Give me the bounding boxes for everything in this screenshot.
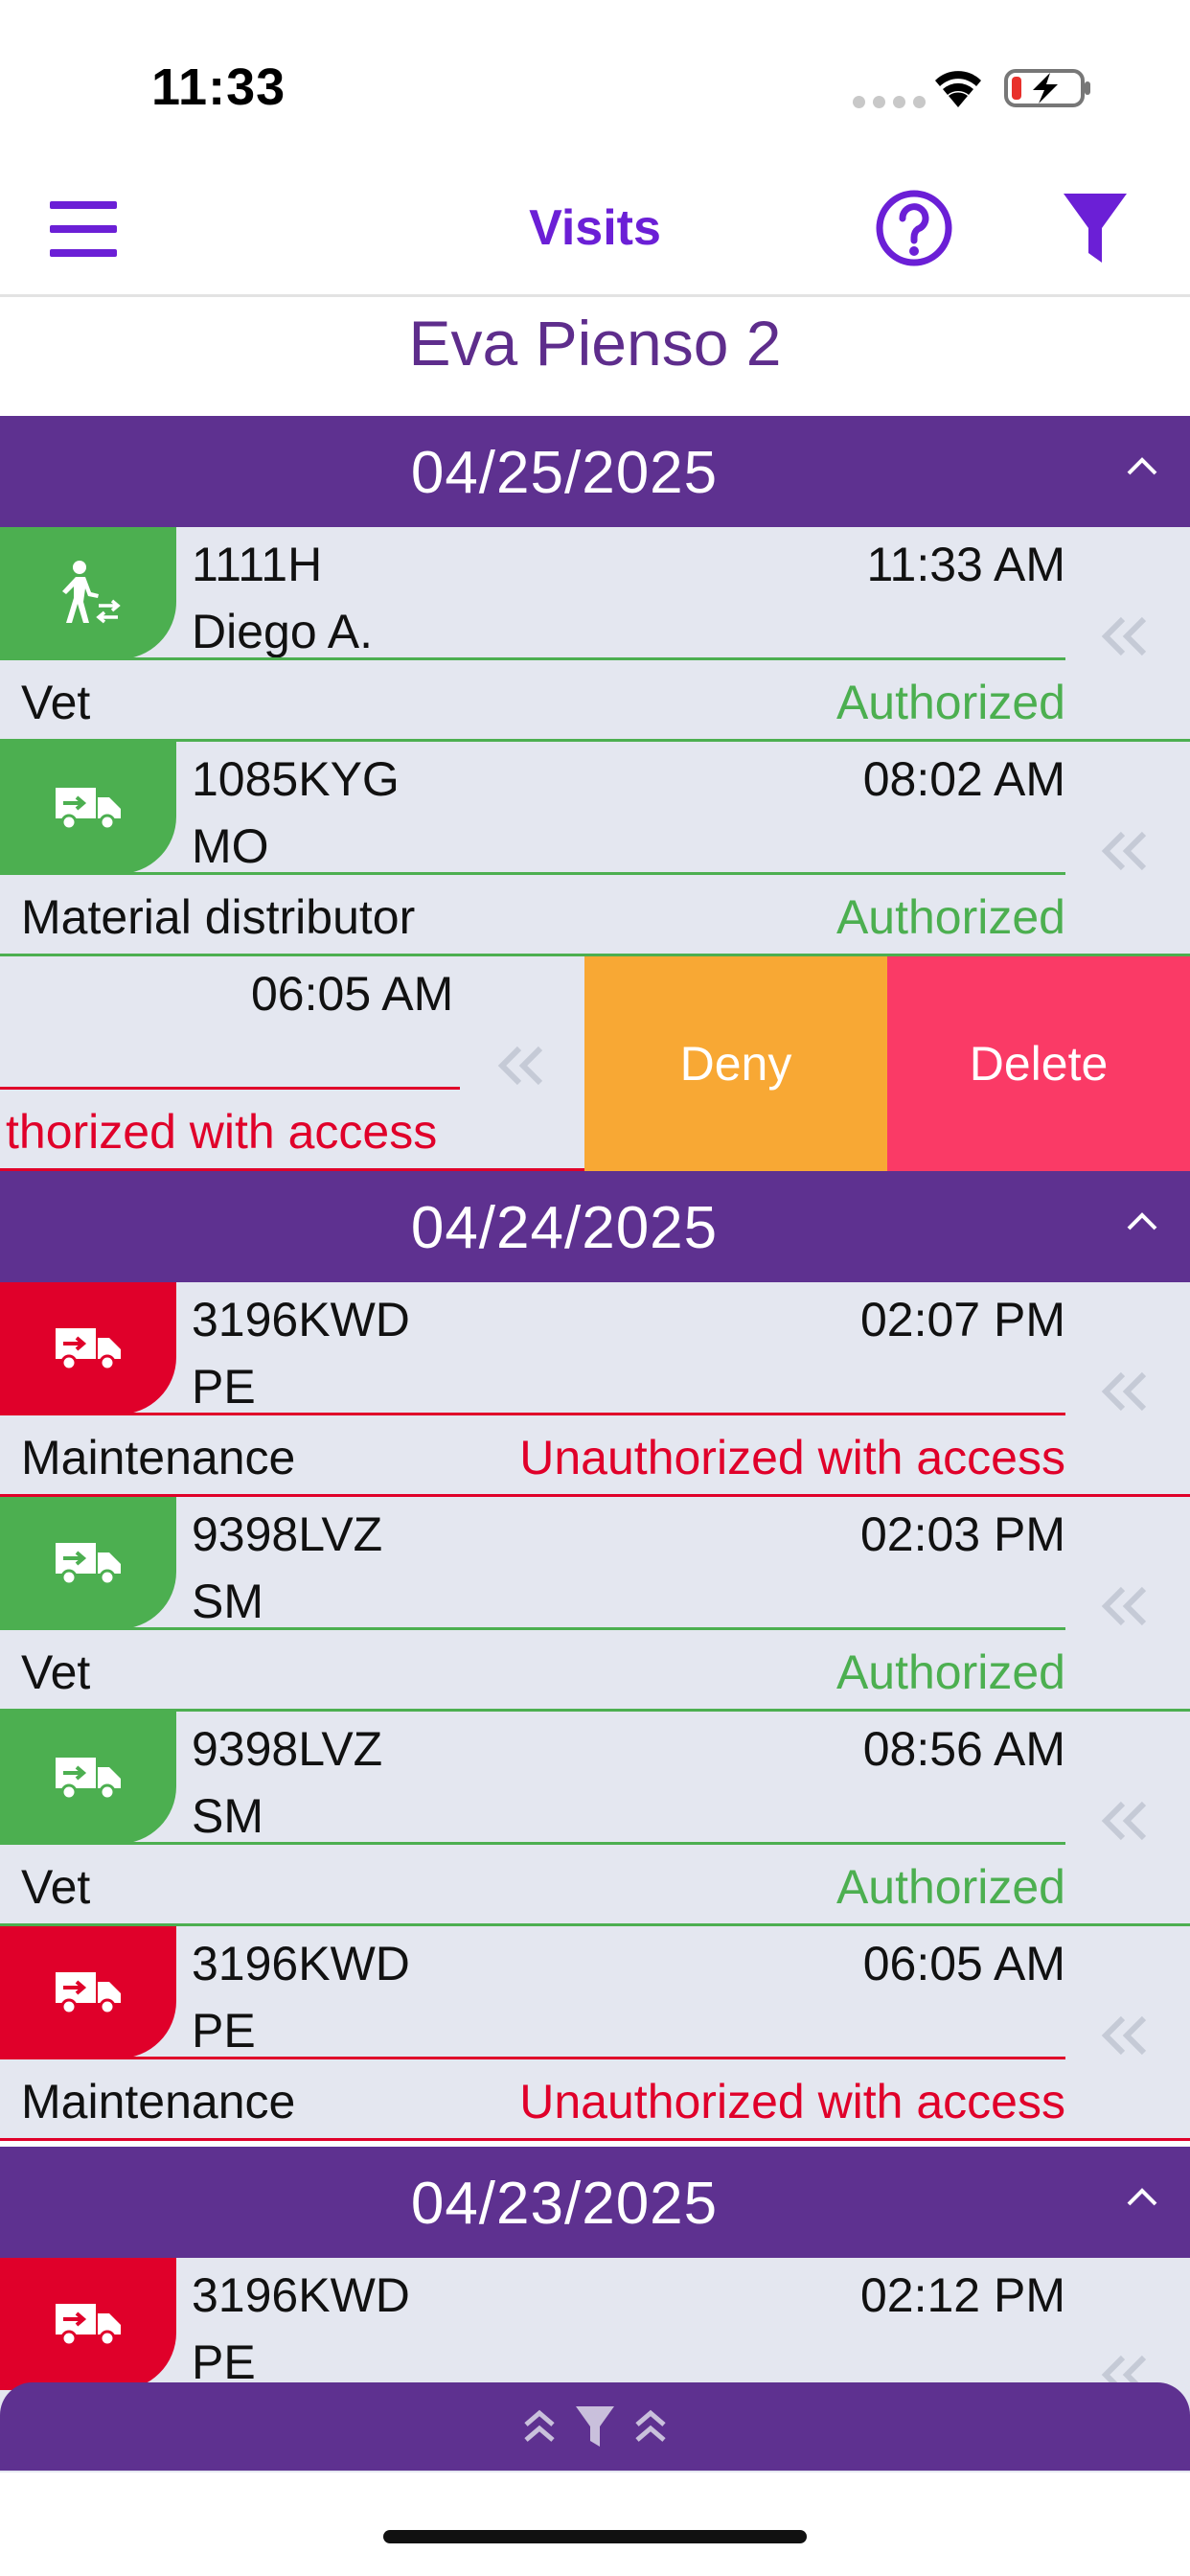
visit-time: 08:56 AM — [862, 1722, 1065, 1776]
visit-card[interactable]: 9398LVZ SM 08:56 AM Vet Authorized — [0, 1712, 1190, 1926]
visit-reason: Vet — [21, 1645, 91, 1699]
wifi-icon — [935, 71, 981, 107]
date-group-header[interactable]: 04/23/2025 — [0, 2147, 1190, 2258]
visit-status: Authorized — [835, 1645, 1065, 1699]
truck-icon — [56, 1328, 121, 1371]
divider — [0, 2138, 1190, 2141]
group-date: 04/23/2025 — [410, 2171, 719, 2237]
divider — [0, 1413, 1065, 1415]
divider — [0, 1627, 1065, 1630]
visit-status: thorized with access — [6, 1105, 438, 1159]
visit-status: Authorized — [835, 890, 1065, 944]
visit-card[interactable]: 9398LVZ SM 02:03 PM Vet Authorized — [0, 1497, 1190, 1712]
visit-type-badge — [0, 527, 176, 659]
visit-type-badge — [0, 1926, 176, 2058]
visit-time: 06:05 AM — [862, 1937, 1065, 1990]
farm-name: Eva Pienso 2 — [408, 308, 782, 379]
double-chevron-left-icon[interactable] — [1098, 1370, 1152, 1413]
visit-card[interactable]: 3196KWD PE 02:07 PM Maintenance Unauthor… — [0, 1282, 1190, 1497]
double-chevron-left-icon[interactable] — [1098, 1800, 1152, 1842]
visit-card[interactable]: 1111H Diego A. 11:33 AM Vet Authorized — [0, 527, 1190, 742]
visit-time: 11:33 AM — [866, 538, 1065, 591]
divider — [0, 2057, 1065, 2059]
divider — [0, 1842, 1065, 1845]
date-group-header[interactable]: 04/24/2025 — [0, 1171, 1190, 1282]
visit-type-badge — [0, 742, 176, 874]
filter-toolbar[interactable] — [0, 2382, 1190, 2471]
vehicle-plate: 9398LVZ — [192, 1722, 383, 1776]
divider — [0, 1087, 460, 1090]
vehicle-plate: 3196KWD — [192, 2268, 410, 2322]
visit-time: 02:12 PM — [859, 2268, 1065, 2322]
visit-status: Unauthorized with access — [519, 2075, 1065, 2128]
driver-name: PE — [192, 1360, 256, 1414]
visit-time: 08:02 AM — [862, 752, 1065, 806]
driver-name: Diego A. — [192, 605, 374, 658]
visit-card-swiped[interactable]: 06:05 AM thorized with access Deny Delet… — [0, 956, 1190, 1171]
chevron-up-icon — [1127, 457, 1157, 475]
cellular-signal-icon — [853, 96, 926, 108]
page-title: Visits — [529, 200, 661, 256]
status-time: 11:33 — [151, 58, 286, 116]
filter-icon[interactable] — [574, 2404, 616, 2450]
truck-icon — [56, 1543, 121, 1586]
pedestrian-icon — [62, 561, 121, 624]
date-group-header[interactable]: 04/25/2025 — [0, 416, 1190, 527]
truck-icon — [56, 2304, 121, 2347]
double-chevron-up-icon[interactable] — [633, 2407, 668, 2446]
delete-button[interactable]: Delete — [887, 956, 1190, 1171]
battery-charging-icon — [1004, 69, 1090, 107]
visit-reason: Material distributor — [21, 890, 416, 944]
visit-reason: Maintenance — [21, 1431, 296, 1484]
home-indicator[interactable] — [383, 2530, 807, 2543]
divider — [0, 872, 1065, 875]
visit-card[interactable]: 3196KWD PE 06:05 AM Maintenance Unauthor… — [0, 1926, 1190, 2141]
visit-time: 02:03 PM — [859, 1507, 1065, 1561]
visit-status: Unauthorized with access — [519, 1431, 1065, 1484]
double-chevron-left-icon[interactable] — [1098, 1585, 1152, 1627]
group-date: 04/24/2025 — [410, 1195, 719, 1261]
nav-bar: Visits — [0, 163, 1190, 297]
vehicle-plate: 1111H — [192, 538, 323, 591]
vehicle-plate: 9398LVZ — [192, 1507, 383, 1561]
deny-button[interactable]: Deny — [584, 956, 887, 1171]
vehicle-plate: 3196KWD — [192, 1937, 410, 1990]
vehicle-plate: 3196KWD — [192, 1293, 410, 1346]
driver-name: SM — [192, 1789, 263, 1843]
double-chevron-left-icon[interactable] — [1098, 2014, 1152, 2057]
chevron-up-icon — [1127, 2188, 1157, 2206]
truck-icon — [56, 788, 121, 831]
truck-icon — [56, 1758, 121, 1801]
visit-reason: Maintenance — [21, 2075, 296, 2128]
driver-name: SM — [192, 1575, 263, 1628]
visit-status: Authorized — [835, 676, 1065, 729]
driver-name: PE — [192, 2004, 256, 2058]
visit-type-badge — [0, 1282, 176, 1414]
divider — [0, 657, 1065, 660]
vehicle-plate: 1085KYG — [192, 752, 400, 806]
driver-name: MO — [192, 819, 269, 873]
visit-card[interactable]: 1085KYG MO 08:02 AM Material distributor… — [0, 742, 1190, 956]
visit-time: 06:05 AM — [251, 967, 454, 1021]
chevron-up-icon — [1127, 1212, 1157, 1230]
truck-icon — [56, 1972, 121, 2015]
visit-type-badge — [0, 1497, 176, 1629]
visit-status: Authorized — [835, 1860, 1065, 1914]
visit-time: 02:07 PM — [859, 1293, 1065, 1346]
double-chevron-up-icon[interactable] — [522, 2407, 557, 2446]
visit-type-badge — [0, 1712, 176, 1844]
status-bar: 11:33 — [0, 0, 1190, 163]
visit-reason: Vet — [21, 1860, 91, 1914]
help-icon[interactable] — [874, 188, 954, 268]
double-chevron-left-icon[interactable] — [1098, 830, 1152, 872]
visit-reason: Vet — [21, 676, 91, 729]
group-date: 04/25/2025 — [410, 440, 719, 506]
double-chevron-left-icon[interactable] — [494, 1045, 548, 1087]
filter-icon[interactable] — [1062, 190, 1129, 266]
visit-type-badge — [0, 2258, 176, 2390]
double-chevron-left-icon[interactable] — [1098, 615, 1152, 657]
